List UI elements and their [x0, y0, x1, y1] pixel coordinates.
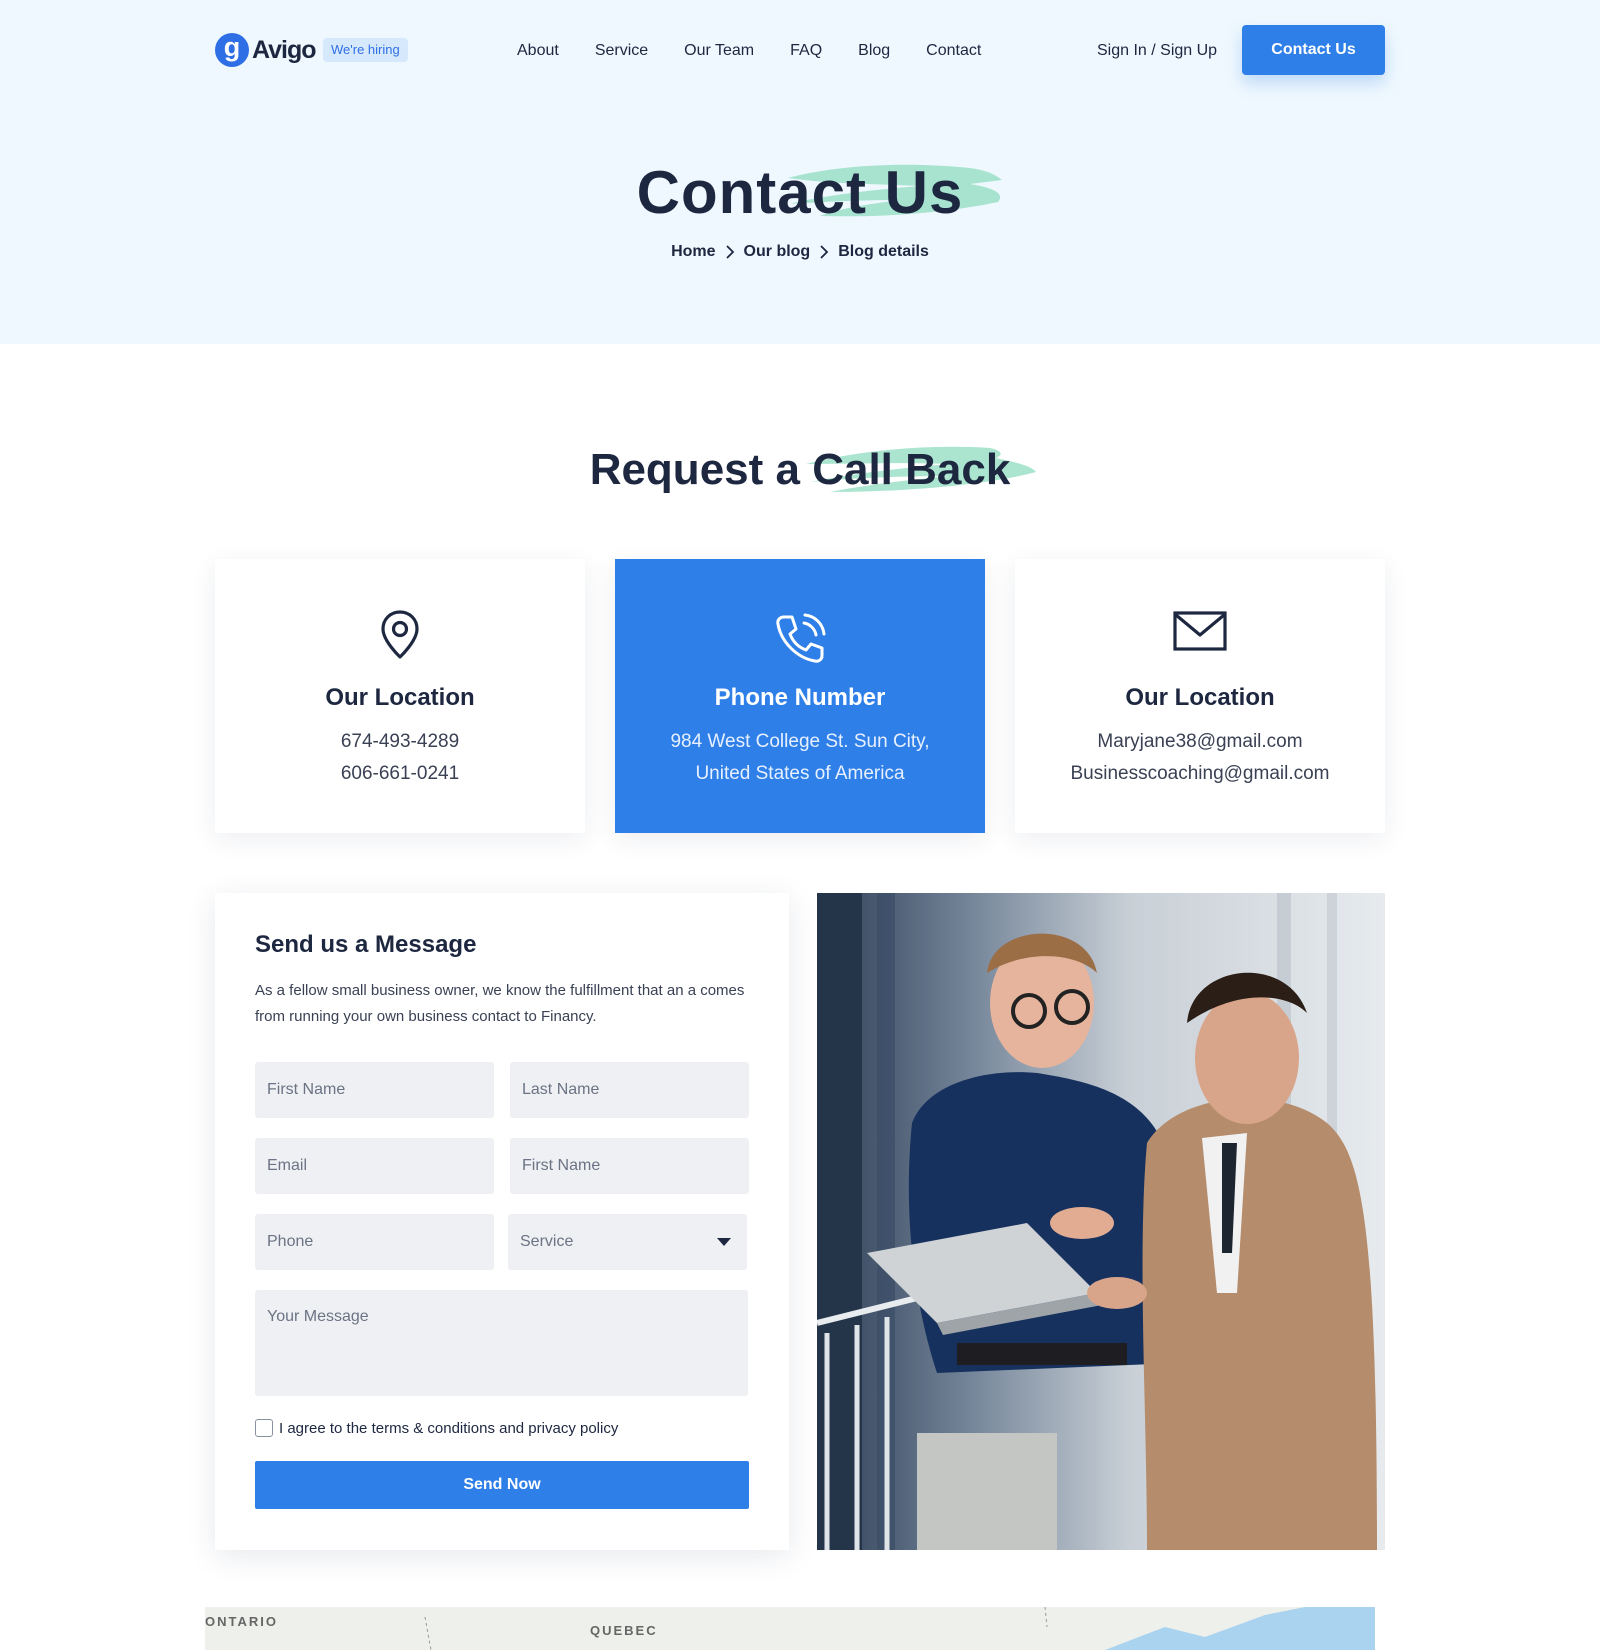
nav-item-our-team[interactable]: Our Team	[684, 40, 754, 62]
card-email-1[interactable]: Maryjane38@gmail.com	[1015, 731, 1385, 753]
section-title: Request a Call Back	[589, 445, 1011, 494]
first-name-input-2[interactable]: First Name	[510, 1138, 749, 1194]
card-email-2[interactable]: Businesscoaching@gmail.com	[1015, 763, 1385, 785]
service-select[interactable]: Service	[508, 1214, 747, 1270]
contact-card-location: Our Location 674-493-4289 606-661-0241	[215, 559, 585, 833]
message-form: Send us a Message As a fellow small busi…	[215, 893, 789, 1550]
business-people-photo	[817, 893, 1385, 1550]
contact-card-phone: Phone Number 984 West College St. Sun Ci…	[615, 559, 985, 833]
contact-card-email: Our Location Maryjane38@gmail.com Busine…	[1015, 559, 1385, 833]
logo-text: Avigo	[252, 35, 317, 64]
signin-link[interactable]: Sign In / Sign Up	[1097, 40, 1217, 62]
terms-agreement: I agree to the terms & conditions and pr…	[255, 1419, 618, 1437]
hero-section: g Avigo We're hiring About Service Our T…	[0, 0, 1600, 344]
envelope-icon	[1015, 609, 1385, 653]
phone-input[interactable]: Phone	[255, 1214, 494, 1270]
first-name-input[interactable]: First Name	[255, 1062, 494, 1118]
logo-mark-icon: g	[215, 33, 249, 67]
hiring-badge[interactable]: We're hiring	[323, 38, 408, 62]
nav-item-service[interactable]: Service	[595, 40, 648, 62]
map-label-ontario: ONTARIO	[205, 1614, 278, 1629]
card-title: Phone Number	[714, 684, 886, 711]
breadcrumb-blog-details: Blog details	[838, 243, 929, 260]
nav-item-about[interactable]: About	[517, 40, 559, 62]
form-title: Send us a Message	[255, 931, 477, 958]
card-title: Our Location	[1125, 684, 1275, 711]
card-phone-1: 674-493-4289	[340, 731, 460, 752]
form-description: As a fellow small business owner, we kno…	[255, 982, 745, 1025]
card-address-1: 984 West College St. Sun City,	[670, 731, 930, 752]
page-title: Contact Us	[636, 159, 964, 226]
nav-item-blog[interactable]: Blog	[858, 40, 890, 62]
logo[interactable]: g Avigo	[215, 33, 317, 67]
nav-item-faq[interactable]: FAQ	[790, 40, 822, 62]
message-textarea[interactable]: Your Message	[255, 1290, 748, 1396]
breadcrumb-home[interactable]: Home	[671, 243, 715, 261]
location-pin-icon	[215, 609, 585, 661]
caret-down-icon	[717, 1238, 731, 1246]
terms-checkbox[interactable]	[255, 1419, 273, 1437]
last-name-input[interactable]: Last Name	[510, 1062, 749, 1118]
main-nav: About Service Our Team FAQ Blog Contact	[517, 40, 1017, 62]
card-phone-2: 606-661-0241	[340, 763, 460, 784]
email-input[interactable]: Email	[255, 1138, 494, 1194]
chevron-right-icon	[819, 244, 829, 260]
callback-title-block: Request a Call Back	[0, 440, 1600, 500]
page-title-block: Contact Us	[0, 150, 1600, 230]
breadcrumb: Home Our blog Blog details	[0, 243, 1600, 261]
chevron-right-icon	[725, 244, 735, 260]
location-map[interactable]: ONTARIO QUEBEC	[205, 1607, 1375, 1650]
service-select-value: Service	[520, 1233, 574, 1250]
phone-icon	[615, 609, 985, 669]
breadcrumb-our-blog[interactable]: Our blog	[744, 243, 811, 261]
send-now-button[interactable]: Send Now	[255, 1461, 749, 1509]
terms-label[interactable]: I agree to the terms & conditions and pr…	[279, 1420, 618, 1437]
contact-us-button[interactable]: Contact Us	[1242, 25, 1385, 75]
map-label-quebec: QUEBEC	[590, 1623, 658, 1638]
card-title: Our Location	[325, 684, 475, 711]
card-address-2: United States of America	[695, 763, 905, 784]
nav-item-contact[interactable]: Contact	[926, 40, 981, 62]
